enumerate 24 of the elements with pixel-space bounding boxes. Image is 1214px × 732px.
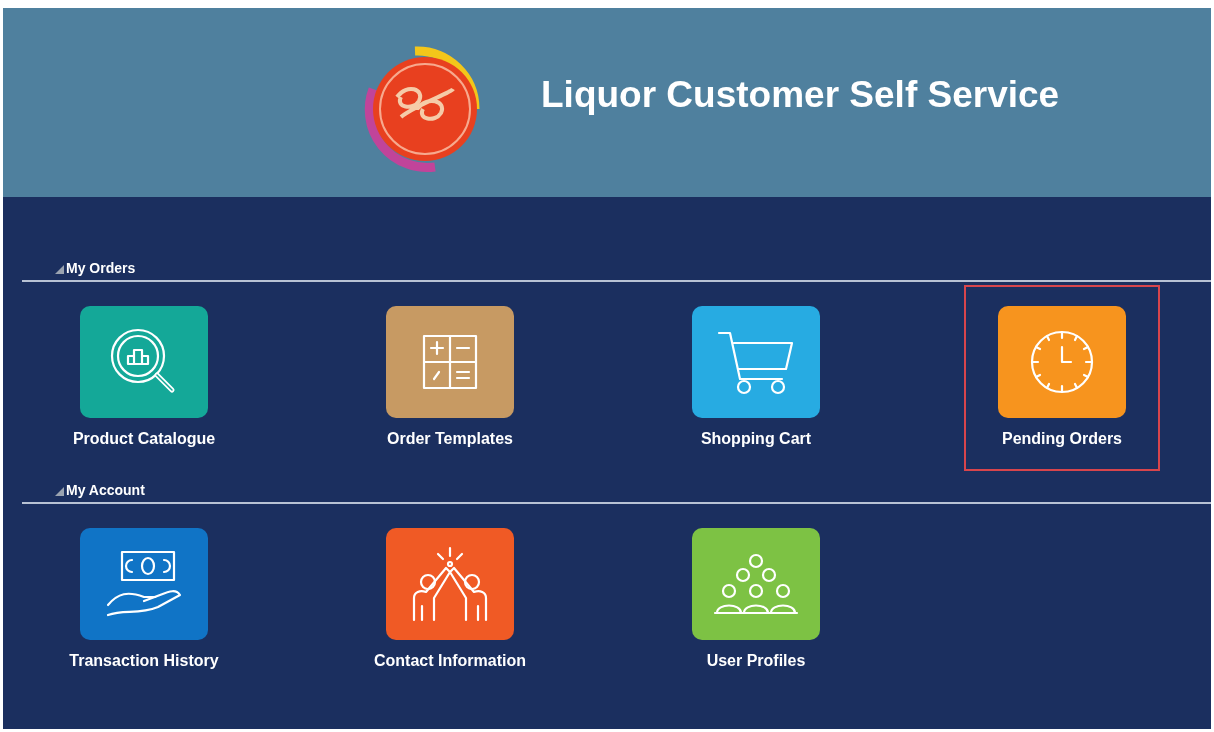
shopping-cart-icon [716,329,796,395]
tile[interactable]: Contact Information [352,507,548,693]
section-heading: My Account [66,481,145,499]
money-hand-icon [104,549,184,619]
tile[interactable]: Pending Orders [964,285,1160,471]
tile[interactable]: User Profiles [658,507,854,693]
calculator-icon [420,332,480,392]
tile[interactable]: Transaction History [46,507,242,693]
tile-label: Order Templates [387,429,513,449]
group-of-people-icon [713,553,799,615]
tile-label: Transaction History [69,651,219,671]
clock-icon [1029,329,1095,395]
section-heading: My Orders [66,259,136,277]
tile-label: Shopping Cart [700,429,812,449]
tile[interactable]: Order Templates [352,285,548,471]
tile-label: Product Catalogue [72,429,216,449]
section-triangle-icon [55,487,64,496]
tile-label: Pending Orders [1002,429,1122,449]
tile[interactable]: Product Catalogue [46,285,242,471]
app-title: Liquor Customer Self Service [541,72,1060,117]
tile-label: User Profiles [706,651,806,671]
tile-label: Contact Information [374,651,526,671]
section-triangle-icon [55,265,64,274]
tile[interactable]: Shopping Cart [658,285,854,471]
